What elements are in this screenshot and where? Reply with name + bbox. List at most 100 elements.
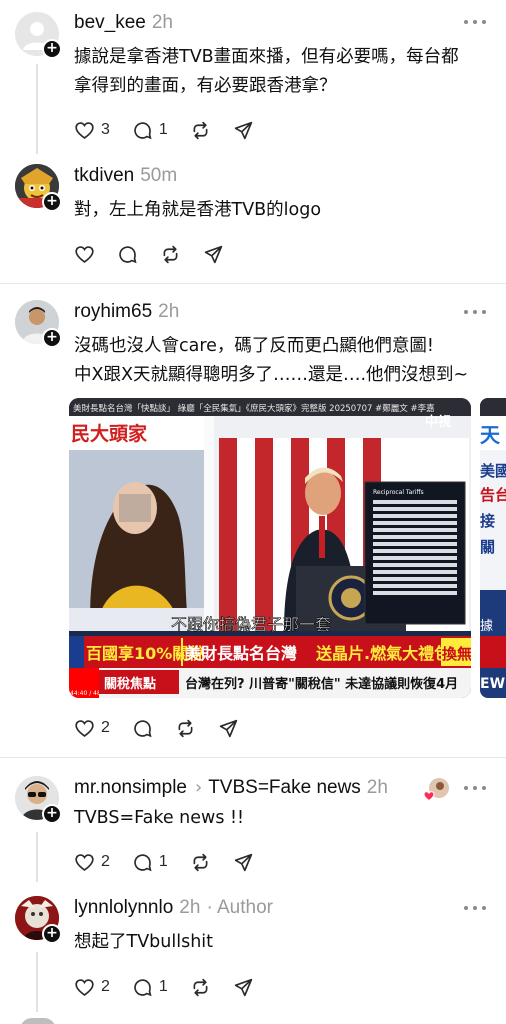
channel-logo: 中視 [425,414,451,430]
share-icon [204,245,223,263]
headline-2: 美財長點名台灣 [185,644,297,663]
username[interactable]: lynnlolynnlo [74,897,173,919]
post-text: 沒碼也沒人會care，碼了反而更凸顯他們意圖! 中X跟X天就顯得聰明多了……還是… [74,332,494,390]
post-actions: 3 1 [74,118,276,142]
like-button[interactable]: 2 [74,718,110,739]
post-actions: 2 1 [74,850,276,874]
like-count: 2 [101,978,110,995]
repost-button[interactable] [190,852,211,873]
post-actions [74,242,246,266]
heart-icon [75,978,94,996]
more-icon[interactable] [464,786,486,792]
comment-icon [134,853,152,871]
repost-button[interactable] [190,120,211,141]
ticker-text: 台灣在列? 川普寄"關稅信" 未達協議則恢復4月 [185,676,458,692]
timestamp: 2h [151,12,173,33]
reply-count: 1 [158,978,168,995]
post-text-line: 沒碼也沒人會care，碼了反而更凸顯他們意圖! [74,336,434,356]
share-icon [234,853,253,871]
repost-button[interactable] [160,244,181,265]
share-button[interactable] [233,120,254,141]
post-text-line: 中X跟X天就顯得聰明多了……還是….他們沒想到~ [74,365,469,385]
ticker-label: 關稅焦點 [104,676,156,692]
headline-4: 換無安 [442,645,471,663]
post-text-line: 想起了TVbullshit [74,932,214,952]
post-header: bev_kee 2h [74,12,173,34]
share-button[interactable] [203,244,224,265]
post-actions: 2 1 [74,975,276,999]
author-badge: · Author [206,897,273,918]
post-header: mr.nonsimple › TVBS=Fake news 2h [74,777,388,799]
post-actions: 2 [74,716,261,740]
comment-icon [119,245,137,263]
headline-3: 送晶片.燃氣大禮包 [315,644,450,663]
post-header: royhim65 2h [74,301,179,323]
post-text: TVBS=Fake news !! [74,804,494,833]
post-media-image-next[interactable]: 天 美國 告台 接 關 據 EW [480,398,506,698]
repost-icon [163,245,178,263]
post-text-line: TVBS=Fake news !! [74,808,245,828]
post-text: 對，左上角就是香港TVB的logo [74,196,494,225]
heart-reaction-icon [423,787,435,802]
reply-count: 1 [158,853,168,870]
timestamp: 2h [179,897,201,918]
more-icon[interactable] [464,20,486,26]
share-icon [219,719,238,737]
comment-button[interactable] [132,718,153,739]
repost-icon [193,853,208,871]
reply-to-target[interactable]: TVBS=Fake news [208,777,361,799]
repost-icon [178,719,193,737]
share-icon [234,978,253,996]
repost-button[interactable] [190,977,211,998]
thread-line [36,64,38,154]
username[interactable]: mr.nonsimple [74,777,187,799]
follow-plus-icon[interactable]: + [42,328,62,348]
like-button[interactable]: 2 [74,852,110,873]
thread-line [36,832,38,882]
heart-icon [75,245,94,263]
chevron-right-icon: › [195,777,203,798]
heart-icon [75,853,94,871]
timestamp: 50m [140,165,178,186]
post-header: lynnlolynnlo 2h · Author [74,897,273,919]
comment-button[interactable]: 1 [132,852,168,873]
peek-text: 告台 [480,486,506,504]
share-button[interactable] [233,852,254,873]
like-button[interactable] [74,244,95,265]
post-text-line: 對，左上角就是香港TVB的logo [74,200,322,220]
reply-count: 1 [158,121,168,138]
follow-plus-icon[interactable]: + [42,39,62,59]
repost-button[interactable] [175,718,196,739]
post-media-image[interactable]: 美財長點名台灣「快點談」 綠廳「全民集氣」《庶民大頭家》完整版 20250707… [69,398,471,698]
username[interactable]: royhim65 [74,301,152,323]
more-icon[interactable] [464,906,486,912]
divider [0,757,506,758]
video-subtitle: 不跟你搞偽君子那一套 [171,615,331,634]
follow-plus-icon[interactable]: + [42,804,62,824]
share-button[interactable] [218,718,239,739]
username[interactable]: tkdiven [74,165,134,187]
comment-button[interactable]: 1 [132,977,168,998]
post-text: 據說是拿香港TVB畫面來播，但有必要嗎，每台都 拿得到的畫面，有必要跟香港拿？ [74,43,494,101]
heart-icon [75,719,94,737]
next-post-avatar-partial[interactable] [20,1018,56,1024]
like-count: 2 [101,853,110,870]
comment-button[interactable] [117,244,138,265]
follow-plus-icon[interactable]: + [42,924,62,944]
peek-text: 天 [480,423,501,447]
peek-text: 據 [480,619,493,634]
timestamp: 2h [366,777,388,798]
like-button[interactable]: 3 [74,120,110,141]
timestamp: 2h [158,301,180,322]
post-text-line: 據說是拿香港TVB畫面來播，但有必要嗎，每台都 [74,47,459,67]
comment-button[interactable]: 1 [132,120,168,141]
follow-plus-icon[interactable]: + [42,192,62,212]
peek-text: 接 [480,512,495,530]
comment-icon [134,719,152,737]
like-count: 3 [101,121,110,138]
share-button[interactable] [233,977,254,998]
like-count: 2 [101,719,110,736]
username[interactable]: bev_kee [74,12,146,34]
more-icon[interactable] [464,310,486,316]
like-button[interactable]: 2 [74,977,110,998]
